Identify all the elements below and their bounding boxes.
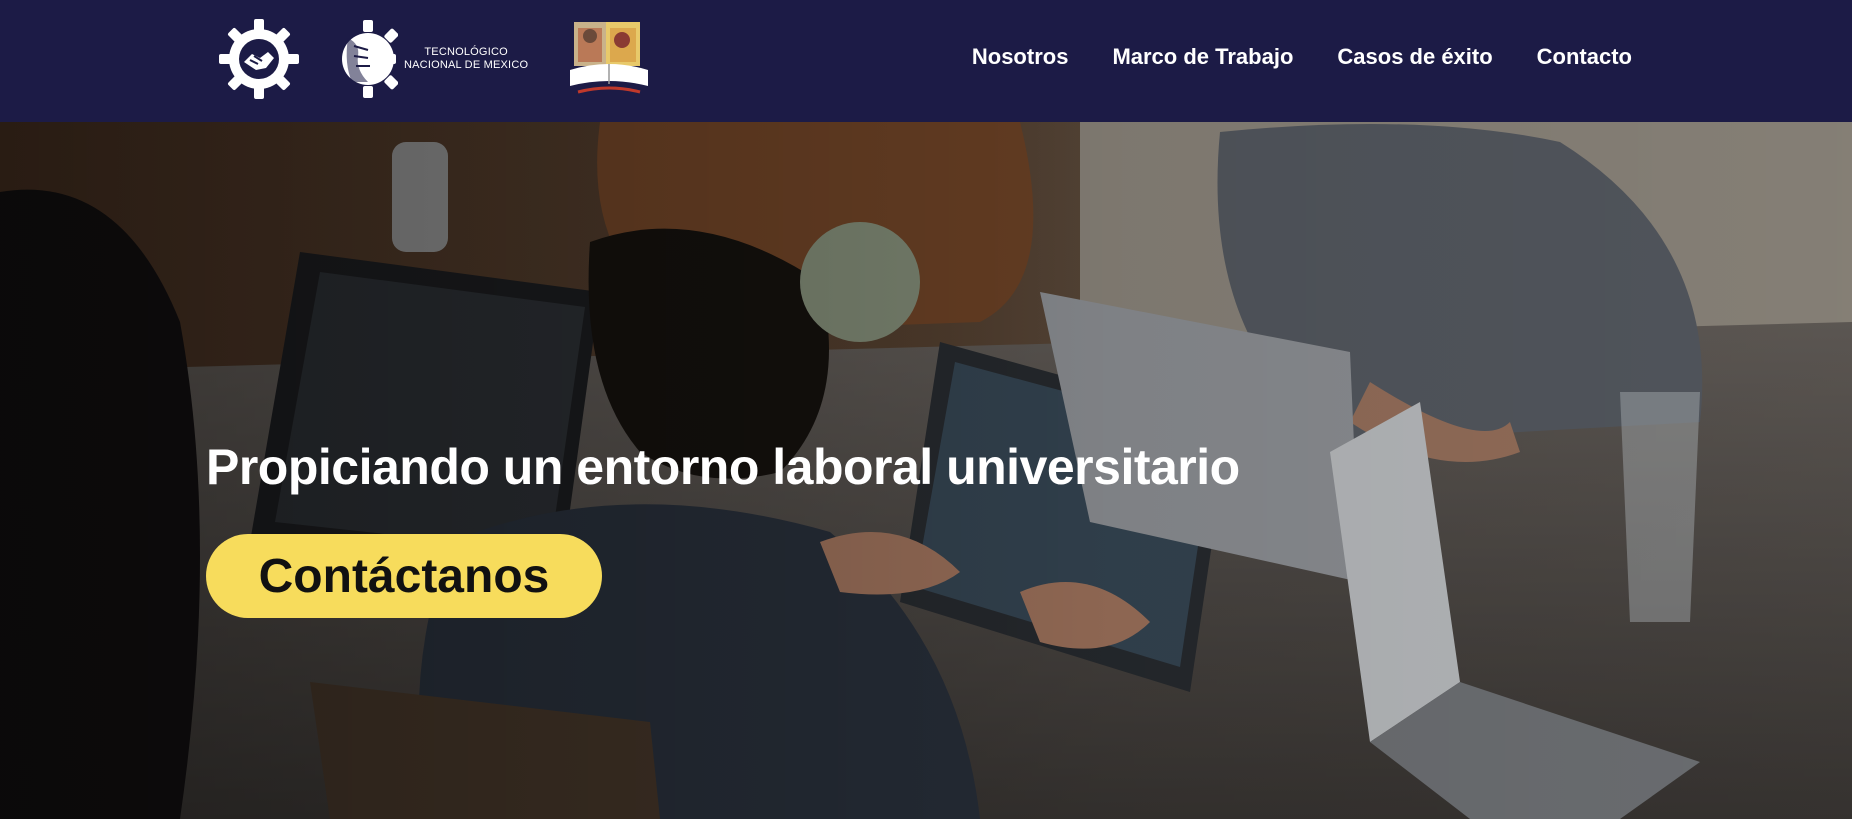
tecnm-text-line2: NACIONAL DE MEXICO: [404, 59, 529, 71]
tecnm-logo[interactable]: TECNOLÓGICO NACIONAL DE MEXICO: [338, 16, 528, 102]
tecnm-text-line1: TECNOLÓGICO: [424, 46, 508, 58]
institute-crest-logo[interactable]: [564, 14, 654, 104]
nav-link-marco-de-trabajo[interactable]: Marco de Trabajo: [1112, 44, 1293, 70]
hero-title: Propiciando un entorno laboral universit…: [206, 439, 1240, 495]
tecnm-logo-text: TECNOLÓGICO NACIONAL DE MEXICO: [404, 46, 528, 72]
hero-section: Propiciando un entorno laboral universit…: [0, 122, 1852, 819]
gear-handshake-logo-icon: [219, 19, 299, 99]
nav-link-contacto[interactable]: Contacto: [1537, 44, 1632, 70]
nav-link-nosotros[interactable]: Nosotros: [972, 44, 1069, 70]
contact-cta-button[interactable]: Contáctanos: [206, 534, 602, 618]
gear-handshake-logo[interactable]: [216, 16, 302, 102]
logo-group: TECNOLÓGICO NACIONAL DE MEXICO: [216, 14, 654, 104]
institute-crest-logo-icon: [570, 22, 649, 94]
site-header: TECNOLÓGICO NACIONAL DE MEXICO Nosotros …: [0, 0, 1852, 122]
tecnm-logo-icon: [342, 20, 398, 98]
main-nav: Nosotros Marco de Trabajo Casos de éxito…: [972, 0, 1632, 114]
nav-link-casos-de-exito[interactable]: Casos de éxito: [1337, 44, 1492, 70]
